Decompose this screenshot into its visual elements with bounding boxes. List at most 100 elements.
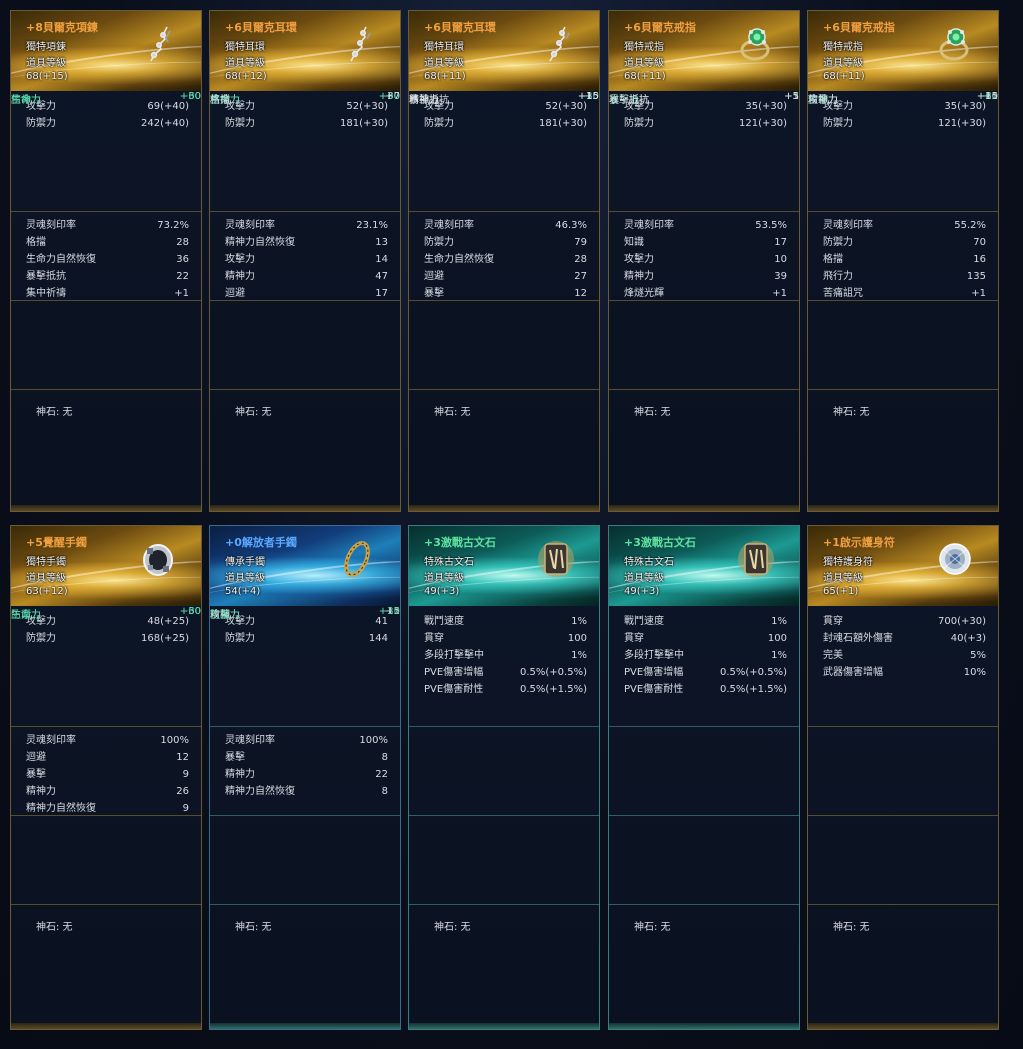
soul-stat-row: 防禦力 79 — [424, 236, 587, 250]
stat-value: 35(+30) — [745, 101, 787, 112]
item-header: +3激戰古文石 特殊古文石 道具等級 49(+3) — [409, 526, 599, 606]
stat-name: 防禦力 — [424, 237, 454, 248]
base-stat-row: PVE傷害增幅 0.5%(+0.5%) — [424, 666, 587, 680]
item-level: 65(+1) — [823, 586, 859, 597]
stat-value: 121(+30) — [938, 118, 986, 129]
stat-name: 飛行力 — [823, 271, 853, 282]
ring-icon — [735, 23, 777, 65]
stat-name: 防禦力 — [424, 118, 454, 129]
item-card[interactable]: +8貝爾克項鍊 獨特項鍊 道具等級 68(+15) 攻擊力 69(+40) 防禦力 242(+… — [10, 10, 202, 512]
base-stat-row: 貫穿 100 — [624, 632, 787, 646]
bangle-icon — [336, 538, 378, 580]
base-stat-row: PVE傷害增幅 0.5%(+0.5%) — [624, 666, 787, 680]
stat-value: 0.5%(+0.5%) — [720, 667, 787, 678]
item-header: +6貝爾克戒指 獨特戒指 道具等級 68(+11) — [609, 11, 799, 91]
stat-value: 181(+30) — [539, 118, 587, 129]
stat-value: 14 — [375, 254, 388, 265]
soul-section — [409, 211, 599, 212]
stat-name: 精神力 — [624, 271, 654, 282]
stat-name: PVE傷害耐性 — [424, 684, 484, 695]
stat-name: 貫穿 — [424, 633, 444, 644]
item-card[interactable]: +6貝爾克耳環 獨特耳環 道具等級 68(+11) 攻擊力 52(+30) 防禦力 181(+… — [408, 10, 600, 512]
item-level: 68(+11) — [424, 71, 466, 82]
soul-stat-row: 迴避 27 — [424, 270, 587, 284]
amulet-icon — [934, 538, 976, 580]
stat-name: 防禦力 — [26, 633, 56, 644]
soul-section — [609, 211, 799, 212]
item-name: +3激戰古文石 — [624, 536, 696, 549]
base-stat-row: 武器傷害增幅 10% — [823, 666, 986, 680]
godstone-label: 神石: 无 — [235, 922, 272, 933]
base-stat-row: 防禦力 144 — [225, 632, 388, 646]
bonus-value: +5 — [584, 91, 599, 102]
stat-value: 48(+25) — [147, 616, 189, 627]
stat-value: 23.1% — [356, 220, 388, 231]
stat-name: 武器傷害增幅 — [823, 667, 883, 678]
godstone-section — [210, 904, 400, 905]
stat-name: 精神力自然恢復 — [225, 237, 295, 248]
stat-name: 精神力 — [26, 786, 56, 797]
item-name: +6貝爾克戒指 — [823, 21, 895, 34]
item-level: 63(+12) — [26, 586, 68, 597]
bonus-stat: 暴擊抵抗 — [409, 95, 449, 106]
soul-stat-row: 知識 17 — [624, 236, 787, 250]
bonus-section — [210, 815, 400, 816]
stat-value: 73.2% — [157, 220, 189, 231]
soul-stat-row: 灵魂刻印率 100% — [26, 734, 189, 748]
godstone-label: 神石: 无 — [833, 922, 870, 933]
stat-name: 完美 — [823, 650, 843, 661]
stat-value: 53.5% — [755, 220, 787, 231]
base-stat-row: 完美 5% — [823, 649, 986, 663]
soul-stat-row: 格擋 28 — [26, 236, 189, 250]
bonus-stat: 精神力 — [11, 95, 41, 106]
item-level-label: 道具等級 — [225, 573, 265, 584]
stat-value: 12 — [176, 752, 189, 763]
bonus-value: +60 — [179, 606, 201, 617]
godstone-label: 神石: 无 — [634, 922, 671, 933]
item-type: 獨特戒指 — [823, 42, 863, 53]
item-card[interactable]: +3激戰古文石 特殊古文石 道具等級 49(+3) 戰鬥速度 1% 貫穿 100 多段打擊擊中 1… — [408, 525, 600, 1030]
item-type: 獨特手鐲 — [26, 557, 66, 568]
bonus-section — [609, 815, 799, 816]
godstone-label: 神石: 无 — [36, 407, 73, 418]
base-stat-row: 攻擊力 35(+30) — [823, 100, 986, 114]
stat-name: 多段打擊擊中 — [624, 650, 684, 661]
soul-stat-row: 灵魂刻印率 53.5% — [624, 219, 787, 233]
soul-stat-row: 暴擊 12 — [424, 287, 587, 301]
soul-stat-row: 飛行力 135 — [823, 270, 986, 284]
item-card[interactable]: +6貝爾克戒指 獨特戒指 道具等級 68(+11) 攻擊力 35(+30) 防禦力 121(+… — [807, 10, 999, 512]
stat-value: 26 — [176, 786, 189, 797]
stat-name: 暴擊 — [225, 752, 245, 763]
stat-value: 22 — [176, 271, 189, 282]
item-level-label: 道具等級 — [624, 58, 664, 69]
bonus-stat: 防禦力 — [210, 610, 240, 621]
soul-stat-row: 灵魂刻印率 46.3% — [424, 219, 587, 233]
stat-value: 69(+40) — [147, 101, 189, 112]
item-card[interactable]: +3激戰古文石 特殊古文石 道具等級 49(+3) 戰鬥速度 1% 貫穿 100 多段打擊擊中 1… — [608, 525, 800, 1030]
stat-name: 灵魂刻印率 — [624, 220, 674, 231]
item-type: 特殊古文石 — [424, 557, 474, 568]
stat-value: 8 — [381, 786, 388, 797]
stat-name: 格擋 — [26, 237, 46, 248]
stat-value: 28 — [176, 237, 189, 248]
item-card[interactable]: +1啟示護身符 獨特護身符 道具等級 65(+1) 貫穿 700(+30) 封魂石額外傷害 4… — [807, 525, 999, 1030]
soul-stat-row: 精神力自然恢復 8 — [225, 785, 388, 799]
item-header: +8貝爾克項鍊 獨特項鍊 道具等級 68(+15) — [11, 11, 201, 91]
item-card[interactable]: +6貝爾克戒指 獨特戒指 道具等級 68(+11) 攻擊力 35(+30) 防禦力 121(+… — [608, 10, 800, 512]
soul-stat-row: 灵魂刻印率 100% — [225, 734, 388, 748]
item-card[interactable]: +6貝爾克耳環 獨特耳環 道具等級 68(+12) 攻擊力 52(+30) 防禦力 181(+… — [209, 10, 401, 512]
item-type: 獨特戒指 — [624, 42, 664, 53]
bonus-value: +30 — [179, 91, 201, 102]
bonus-value: +5 — [784, 91, 799, 102]
item-name: +6貝爾克戒指 — [624, 21, 696, 34]
soul-section — [409, 726, 599, 727]
stat-name: 迴避 — [424, 271, 444, 282]
stat-name: 精神力自然恢復 — [225, 786, 295, 797]
godstone-label: 神石: 无 — [434, 922, 471, 933]
soul-section — [210, 211, 400, 212]
item-card[interactable]: +0解放者手鐲 傳承手鐲 道具等級 54(+4) 攻擊力 41 防禦力 144 灵魂刻印率 100… — [209, 525, 401, 1030]
stat-value: 13 — [375, 237, 388, 248]
item-card[interactable]: +5覺醒手鐲 獨特手鐲 道具等級 63(+12) 攻擊力 48(+25) 防禦力 168(+2… — [10, 525, 202, 1030]
godstone-label: 神石: 无 — [36, 922, 73, 933]
stat-name: 攻擊力 — [225, 254, 255, 265]
